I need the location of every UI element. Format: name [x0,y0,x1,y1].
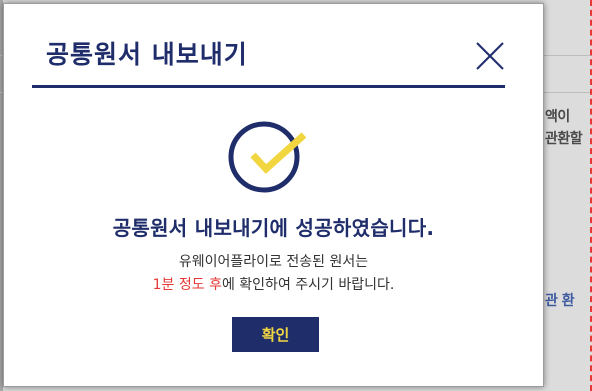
close-button[interactable] [474,40,506,72]
success-headline: 공통원서 내보내기에 성공하였습니다. [112,216,435,240]
message-line-2-rest: 에 확인하여 주시기 바랍니다. [221,277,395,293]
dialog-title: 공통원서 내보내기 [46,40,248,69]
message-line-1: 유웨이어플라이로 전송된 원서는 [178,254,369,270]
close-icon [476,42,504,70]
title-divider [32,85,505,88]
background-link-text: 관 환 [545,293,575,309]
export-dialog: 공통원서 내보내기 공통원서 내보내기에 성공하였습니다. 유웨이어플라이로 전… [3,3,544,387]
message-line-2: 1분 정도 후에 확인하여 주시기 바랍니다. [4,274,543,294]
background-text: 액이 [545,109,570,125]
background-text: 관환할 [545,131,583,147]
highlight-time: 1분 정도 후 [152,277,222,293]
check-circle-icon [226,117,314,201]
confirm-button[interactable]: 확인 [232,317,319,352]
